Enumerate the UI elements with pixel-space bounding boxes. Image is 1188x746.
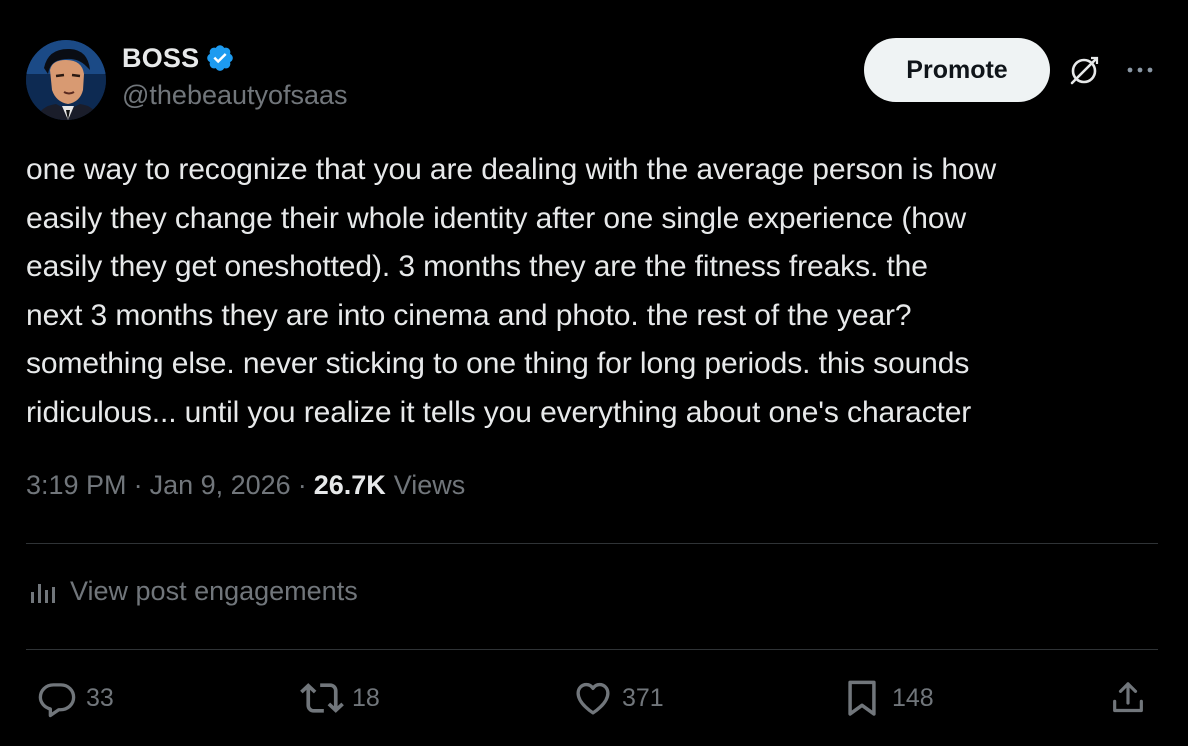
post-text: one way to recognize that you are dealin… xyxy=(26,153,997,429)
handle[interactable]: @thebeautyofsaas xyxy=(122,80,348,111)
bookmark-icon xyxy=(848,680,876,716)
display-name[interactable]: BOSS xyxy=(122,43,199,74)
divider xyxy=(26,649,1158,650)
promote-button[interactable]: Promote xyxy=(864,38,1050,102)
reply-count: 33 xyxy=(86,683,114,712)
heart-icon xyxy=(576,682,610,715)
grok-icon[interactable] xyxy=(1066,53,1102,89)
analytics-icon xyxy=(31,583,55,603)
like-count: 371 xyxy=(622,683,664,712)
like-button[interactable]: 371 xyxy=(572,672,664,724)
author-block: BOSS @thebeautyofsaas xyxy=(122,40,348,111)
reply-icon xyxy=(38,683,76,718)
divider xyxy=(26,543,1158,544)
view-engagements-label: View post engagements xyxy=(70,576,358,606)
views-label: Views xyxy=(393,470,466,500)
views-count: 26.7K xyxy=(313,470,386,500)
bookmark-count: 148 xyxy=(892,683,934,712)
post-date[interactable]: Jan 9, 2026 xyxy=(150,470,291,501)
avatar[interactable] xyxy=(26,40,106,120)
post-header: BOSS @thebeautyofsaas Promote xyxy=(26,38,1162,122)
share-button[interactable] xyxy=(1108,672,1156,724)
view-engagements-link[interactable]: View post engagements xyxy=(28,576,358,607)
post-time[interactable]: 3:19 PM xyxy=(26,470,127,501)
bookmark-button[interactable]: 148 xyxy=(840,672,934,724)
verified-badge-icon[interactable] xyxy=(205,43,235,73)
meta-separator: · xyxy=(297,470,307,500)
more-icon[interactable] xyxy=(1122,52,1158,88)
share-icon xyxy=(1113,682,1143,713)
meta-separator: · xyxy=(133,470,143,500)
repost-button[interactable]: 18 xyxy=(300,672,380,724)
repost-icon xyxy=(300,683,344,713)
reply-button[interactable]: 33 xyxy=(36,672,114,724)
post-meta: 3:19 PM · Jan 9, 2026 · 26.7K Views xyxy=(26,470,465,501)
action-bar: 33 18 371 148 xyxy=(26,672,1158,724)
repost-count: 18 xyxy=(352,683,380,712)
